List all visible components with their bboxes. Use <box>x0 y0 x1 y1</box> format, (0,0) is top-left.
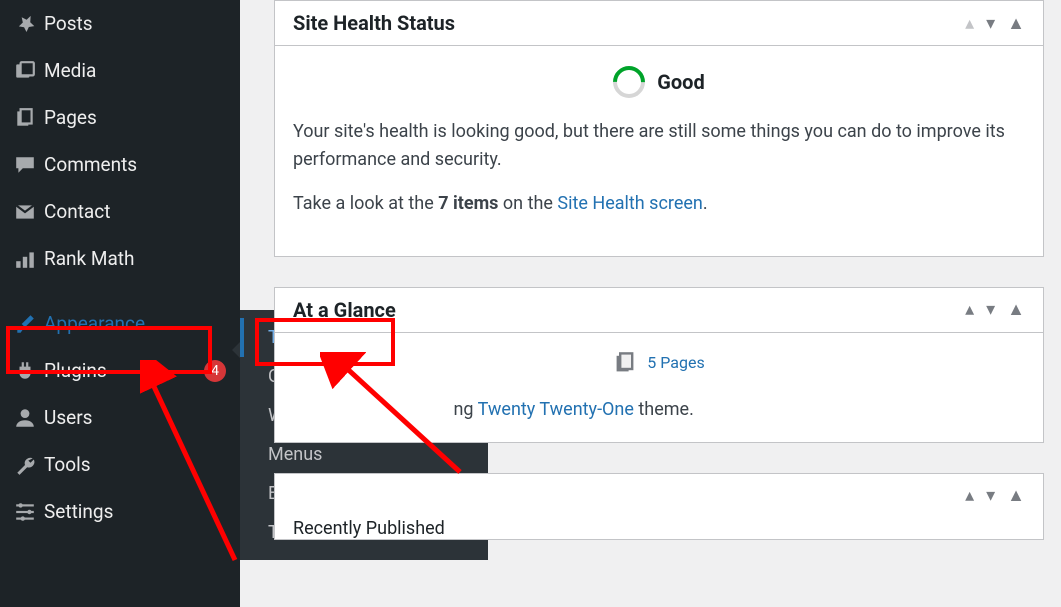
brush-icon <box>14 313 44 335</box>
panel-body: Good Your site's health is looking good,… <box>275 46 1043 256</box>
sidebar-item-posts[interactable]: Posts <box>0 0 240 47</box>
envelope-icon <box>14 201 44 223</box>
move-down-icon[interactable]: ▾ <box>986 485 995 506</box>
panel-header: At a Glance ▴ ▾ ▲ <box>275 288 1043 333</box>
recently-published-panel: x ▴ ▾ ▲ Recently Published <box>274 473 1044 540</box>
sidebar-item-label: Appearance <box>44 312 226 335</box>
sidebar-item-label: Users <box>44 406 226 429</box>
theme-link[interactable]: Twenty Twenty-One <box>478 399 634 420</box>
site-health-link[interactable]: Site Health screen <box>557 193 702 214</box>
sidebar-item-label: Comments <box>44 153 226 176</box>
sidebar-item-label: Posts <box>44 12 226 35</box>
pages-icon <box>14 107 44 129</box>
update-badge: 4 <box>204 360 226 382</box>
panel-header: Site Health Status ▴ ▾ ▲ <box>275 1 1043 46</box>
move-down-icon[interactable]: ▾ <box>986 299 995 320</box>
sidebar-item-tools[interactable]: Tools <box>0 441 240 488</box>
glance-row: 5 Pages <box>275 333 1043 393</box>
sliders-icon <box>14 501 44 523</box>
status-row: Good <box>293 66 1025 98</box>
sidebar-item-comments[interactable]: Comments <box>0 141 240 188</box>
sidebar-item-appearance[interactable]: Appearance <box>0 300 240 347</box>
toggle-panel-icon[interactable]: ▲ <box>1007 485 1025 506</box>
panel-title: At a Glance <box>293 298 965 322</box>
sidebar-item-label: Contact <box>44 200 226 223</box>
sidebar-item-pages[interactable]: Pages <box>0 94 240 141</box>
sidebar-item-label: Settings <box>44 500 226 523</box>
theme-line: WordPress 5.x running Twenty Twenty-One … <box>275 393 1043 442</box>
sidebar-item-label: Pages <box>44 106 226 129</box>
sidebar-item-label: Rank Math <box>44 247 226 270</box>
plug-icon <box>14 360 44 382</box>
pages-icon <box>613 351 637 375</box>
toggle-panel-icon[interactable]: ▲ <box>1007 13 1025 34</box>
move-up-icon[interactable]: ▴ <box>965 13 974 34</box>
sidebar-item-plugins[interactable]: Plugins 4 <box>0 347 240 394</box>
wrench-icon <box>14 454 44 476</box>
pin-icon <box>14 13 44 35</box>
sidebar-item-rankmath[interactable]: Rank Math <box>0 235 240 282</box>
main-content: Site Health Status ▴ ▾ ▲ Good Your site'… <box>274 0 1044 607</box>
move-up-icon[interactable]: ▴ <box>965 299 974 320</box>
status-circle-icon <box>607 59 652 104</box>
rp-title: Recently Published <box>275 514 1043 539</box>
panel-controls: ▴ ▾ ▲ <box>965 485 1025 506</box>
panel-header: x ▴ ▾ ▲ <box>275 474 1043 514</box>
site-health-panel: Site Health Status ▴ ▾ ▲ Good Your site'… <box>274 0 1044 257</box>
health-description: Your site's health is looking good, but … <box>293 118 1025 174</box>
sidebar-item-label: Plugins <box>44 359 198 382</box>
items-count: 7 items <box>438 193 498 214</box>
sidebar-item-contact[interactable]: Contact <box>0 188 240 235</box>
admin-sidebar: Posts Media Pages Comments Contact Rank … <box>0 0 240 607</box>
panel-controls: ▴ ▾ ▲ <box>965 13 1025 34</box>
move-up-icon[interactable]: ▴ <box>965 485 974 506</box>
sidebar-item-settings[interactable]: Settings <box>0 488 240 535</box>
panel-title: Site Health Status <box>293 11 965 35</box>
user-icon <box>14 407 44 429</box>
pages-link[interactable]: 5 Pages <box>647 353 704 372</box>
sidebar-item-label: Tools <box>44 453 226 476</box>
media-icon <box>14 60 44 82</box>
comments-icon <box>14 154 44 176</box>
chart-icon <box>14 248 44 270</box>
sidebar-item-users[interactable]: Users <box>0 394 240 441</box>
status-text: Good <box>657 67 704 98</box>
health-items-line: Take a look at the 7 items on the Site H… <box>293 190 1025 218</box>
panel-controls: ▴ ▾ ▲ <box>965 299 1025 320</box>
move-down-icon[interactable]: ▾ <box>986 13 995 34</box>
at-a-glance-panel: At a Glance ▴ ▾ ▲ 5 Pages WordPress 5.x … <box>274 287 1044 443</box>
toggle-panel-icon[interactable]: ▲ <box>1007 299 1025 320</box>
sidebar-item-media[interactable]: Media <box>0 47 240 94</box>
sidebar-item-label: Media <box>44 59 226 82</box>
